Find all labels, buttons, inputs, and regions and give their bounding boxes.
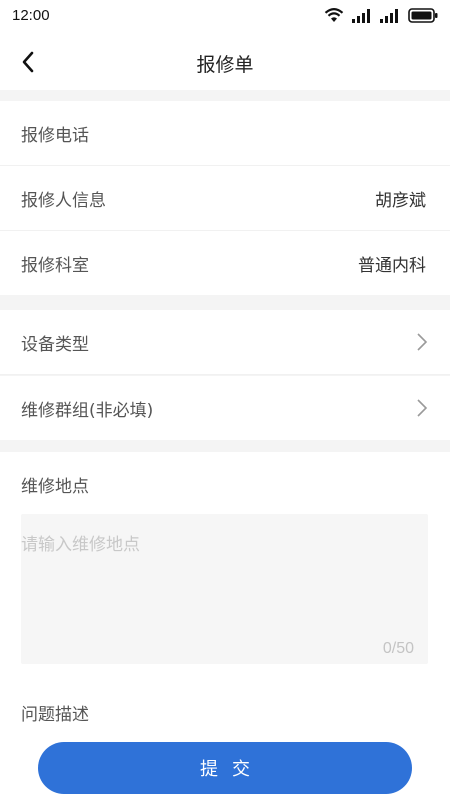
department-row[interactable]: 报修科室 普通内科 — [0, 231, 450, 295]
signal-icon — [380, 8, 398, 23]
battery-icon — [408, 8, 438, 23]
divider — [0, 374, 450, 375]
repair-group-label: 维修群组(非必填) — [21, 401, 154, 421]
device-type-row[interactable]: 设备类型 — [0, 310, 450, 374]
submit-button[interactable]: 提交 — [38, 742, 412, 794]
reporter-label: 报修人信息 — [21, 191, 106, 211]
status-bar: 12:00 — [0, 0, 450, 32]
chevron-right-icon — [417, 333, 428, 351]
location-input[interactable]: 请输入维修地点 0/50 — [21, 514, 428, 664]
location-counter: 0/50 — [382, 640, 414, 657]
status-time: 12:00 — [12, 7, 50, 24]
location-label: 维修地点 — [21, 477, 89, 497]
phone-label: 报修电话 — [21, 126, 89, 146]
phone-row[interactable]: 报修电话 — [0, 101, 450, 165]
submit-bar: 提交 — [0, 736, 450, 800]
signal-icon — [352, 8, 370, 23]
repair-group-row[interactable]: 维修群组(非必填) — [0, 376, 450, 440]
wifi-icon — [324, 8, 344, 22]
nav-bar: 报修单 — [0, 32, 450, 90]
description-label: 问题描述 — [21, 705, 89, 725]
chevron-right-icon — [417, 399, 428, 417]
department-value: 普通内科 — [358, 256, 426, 276]
location-placeholder: 请输入维修地点 — [21, 535, 140, 555]
page-title: 报修单 — [196, 54, 254, 76]
department-label: 报修科室 — [21, 256, 89, 276]
device-type-label: 设备类型 — [21, 335, 89, 355]
reporter-row[interactable]: 报修人信息 胡彦斌 — [0, 166, 450, 230]
reporter-value: 胡彦斌 — [375, 191, 426, 211]
status-icons — [324, 8, 438, 23]
